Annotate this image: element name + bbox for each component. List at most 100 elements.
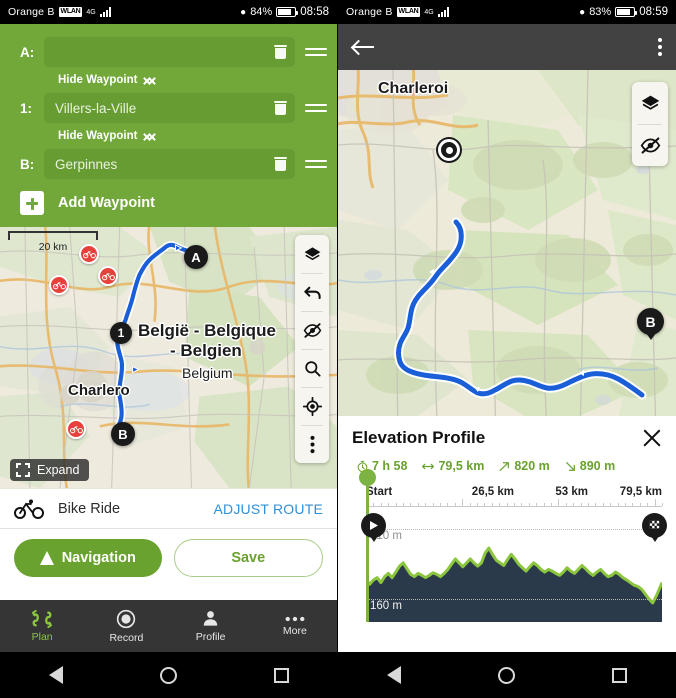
navigation-button[interactable]: Navigation <box>14 539 162 577</box>
status-left-group: Orange B WLAN 4G <box>346 6 449 18</box>
add-waypoint-label: Add Waypoint <box>58 195 155 211</box>
marker-label-b: B <box>118 426 128 442</box>
elevation-chart[interactable]: 410 m 160 m <box>359 469 667 622</box>
route-action-bar: Navigation Save <box>0 529 337 589</box>
waypoint-row-b[interactable]: B: Gerpinnes <box>0 144 337 184</box>
status-right-group: ● 83% 08:59 <box>579 6 668 18</box>
detail-map[interactable]: Charleroi B <box>338 70 676 440</box>
stat-ascent-value: 820 m <box>514 459 550 473</box>
stat-ascent: 820 m <box>498 459 550 473</box>
waypoint-input-b[interactable]: Gerpinnes <box>44 149 295 179</box>
drag-handle-icon[interactable] <box>305 48 327 56</box>
locate-me-button[interactable] <box>295 387 329 425</box>
eye-slash-icon <box>640 136 660 154</box>
search-icon <box>304 360 321 377</box>
trash-icon[interactable] <box>274 156 287 172</box>
layers-button[interactable] <box>295 235 329 273</box>
elevation-x-axis-labels: Start 26,5 km 53 km 79,5 km <box>352 486 662 498</box>
eye-slash-icon <box>303 322 321 338</box>
carrier-label: Orange B <box>8 6 55 18</box>
add-waypoint-button[interactable]: Add Waypoint <box>0 184 337 217</box>
activity-type-label: Bike Ride <box>58 500 121 517</box>
search-button[interactable] <box>295 349 329 387</box>
x-tick-mid1: 26,5 km <box>471 486 514 498</box>
bike-glyph <box>69 426 83 434</box>
elevation-profile-panel: Elevation Profile 7 h 58 79,5 km 820 m 8… <box>338 416 676 652</box>
bike-poi-icon[interactable] <box>98 266 118 286</box>
android-back-icon[interactable] <box>386 666 401 684</box>
start-position-dot[interactable] <box>359 469 376 486</box>
left-screen: Orange B WLAN 4G ● 84% 08:58 A: Hide Way… <box>0 0 338 698</box>
more-horizontal-icon <box>285 616 305 621</box>
drag-handle-icon[interactable] <box>305 160 327 168</box>
android-back-icon[interactable] <box>48 666 63 684</box>
tab-label-more-2: More <box>282 624 307 637</box>
elevation-axis-ticks <box>366 499 663 507</box>
map-more-button[interactable] <box>295 425 329 463</box>
hide-waypoint-toggle-1[interactable]: Hide Waypoint <box>0 128 337 144</box>
route-marker-b[interactable]: B <box>111 422 135 446</box>
locate-icon <box>302 396 322 416</box>
adjust-route-link[interactable]: ADJUST ROUTE <box>214 501 324 517</box>
tab-more[interactable]: More <box>253 600 337 652</box>
layers-button[interactable] <box>632 82 668 124</box>
waypoint-label-b: B: <box>20 156 35 172</box>
expand-map-button[interactable]: Expand <box>10 459 90 481</box>
signal-bars-icon <box>99 7 111 17</box>
waypoint-input-1[interactable]: Villers-la-Ville <box>44 93 295 123</box>
waypoint-input-a[interactable] <box>44 37 295 67</box>
finish-flag-icon[interactable] <box>642 513 667 538</box>
right-screen: Orange B WLAN 4G ● 83% 08:59 Charleroi B… <box>338 0 676 698</box>
gridline-160: 160 m <box>366 599 662 612</box>
network-type-label: 4G <box>86 8 96 16</box>
save-button[interactable]: Save <box>173 539 323 577</box>
waypoint-row-1[interactable]: 1: Villers-la-Ville <box>0 88 337 128</box>
android-home-icon[interactable] <box>497 666 515 684</box>
battery-icon <box>615 7 638 17</box>
trash-icon[interactable] <box>274 100 287 116</box>
route-marker-1[interactable]: 1 <box>110 322 132 344</box>
signal-bars-icon <box>437 7 449 17</box>
tab-label-more: Profile <box>195 631 226 643</box>
destination-pin-icon[interactable]: B <box>637 308 664 335</box>
waypoint-value-b: Gerpinnes <box>55 156 118 172</box>
bike-poi-icon[interactable] <box>66 419 86 439</box>
waypoint-label-1: 1: <box>20 100 33 116</box>
bike-poi-icon[interactable] <box>49 275 69 295</box>
hide-layer-button[interactable] <box>295 311 329 349</box>
app-bar <box>338 24 676 70</box>
kebab-menu-icon[interactable] <box>658 38 662 56</box>
bike-glyph <box>101 273 115 281</box>
drag-handle-icon[interactable] <box>305 104 327 112</box>
route-map[interactable]: 20 km België - Belgique - Belgien Belgiu… <box>0 227 337 489</box>
distance-arrows-icon <box>422 463 435 469</box>
undo-button[interactable] <box>295 273 329 311</box>
close-icon[interactable] <box>642 428 662 448</box>
x-tick-start: Start <box>366 486 393 498</box>
map-tiles <box>338 70 676 440</box>
hide-layer-button[interactable] <box>632 124 668 166</box>
stat-distance: 79,5 km <box>421 459 484 473</box>
android-home-icon[interactable] <box>159 666 177 684</box>
route-marker-a[interactable]: A <box>184 245 208 269</box>
stat-descent-value: 890 m <box>579 459 616 473</box>
carrier-label: Orange B <box>346 6 393 18</box>
tab-plan[interactable]: Plan <box>0 600 84 652</box>
waypoint-row-a[interactable]: A: <box>0 32 337 72</box>
play-marker-icon[interactable] <box>361 513 386 538</box>
clock-label: 08:58 <box>300 6 329 18</box>
dual-screenshot-container: Orange B WLAN 4G ● 84% 08:58 A: Hide Way… <box>0 0 676 698</box>
hide-waypoint-toggle-a[interactable]: Hide Waypoint <box>0 72 337 88</box>
tab-record[interactable]: Record <box>84 600 168 652</box>
android-recents-icon[interactable] <box>273 667 289 683</box>
back-arrow-icon[interactable] <box>352 39 374 55</box>
battery-percent-label: 84% <box>250 6 273 18</box>
trash-icon[interactable] <box>274 44 287 60</box>
tab-profile[interactable]: Profile <box>169 600 253 652</box>
battery-percent-label: 83% <box>589 6 612 18</box>
expand-label: Expand <box>37 463 80 477</box>
bike-icon <box>14 499 44 519</box>
tab-label-record: Record <box>109 631 144 644</box>
android-recents-icon[interactable] <box>612 667 628 683</box>
start-circle-icon[interactable] <box>438 139 460 161</box>
